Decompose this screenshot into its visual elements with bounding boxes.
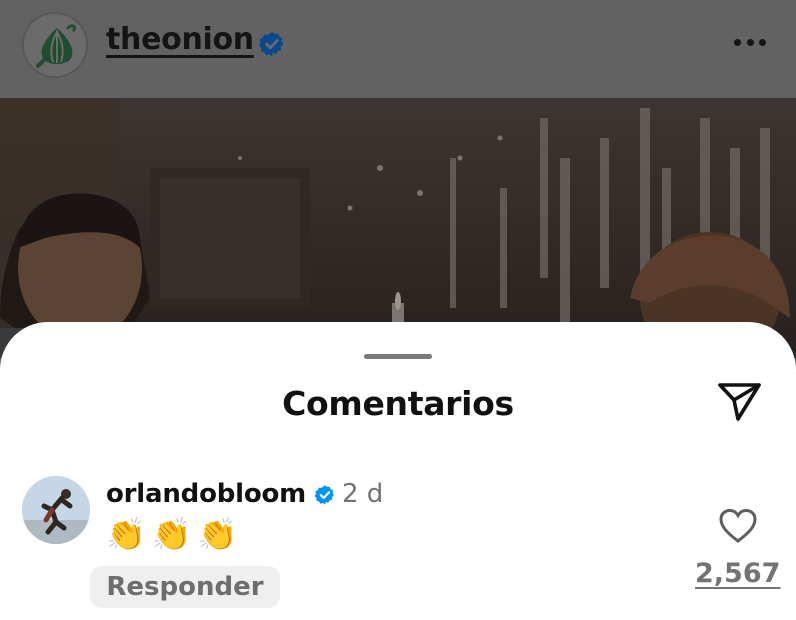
verified-badge-icon: [314, 485, 334, 505]
heart-outline-icon[interactable]: [718, 508, 758, 544]
onion-logo-icon[interactable]: [22, 12, 88, 78]
restaurant-photo: [0, 98, 796, 358]
post-photo[interactable]: [0, 98, 796, 358]
sheet-title: Comentarios: [282, 384, 514, 423]
post-header: theonion: [0, 0, 796, 98]
comments-sheet: Comentarios orlandobloom 2 d 👏👏👏 Respond…: [0, 322, 796, 620]
avatar[interactable]: [22, 476, 90, 544]
verified-badge-icon: [258, 31, 284, 57]
reply-button[interactable]: Responder: [90, 566, 280, 608]
more-options-icon[interactable]: [730, 28, 770, 56]
comment-text: 👏👏👏: [106, 515, 244, 553]
like-count[interactable]: 2,567: [695, 558, 780, 589]
send-icon[interactable]: [714, 378, 764, 424]
drag-handle[interactable]: [364, 354, 432, 359]
comment-timestamp: 2 d: [342, 479, 384, 509]
post-username[interactable]: theonion: [106, 22, 254, 57]
comment-username[interactable]: orlandobloom: [106, 479, 306, 509]
